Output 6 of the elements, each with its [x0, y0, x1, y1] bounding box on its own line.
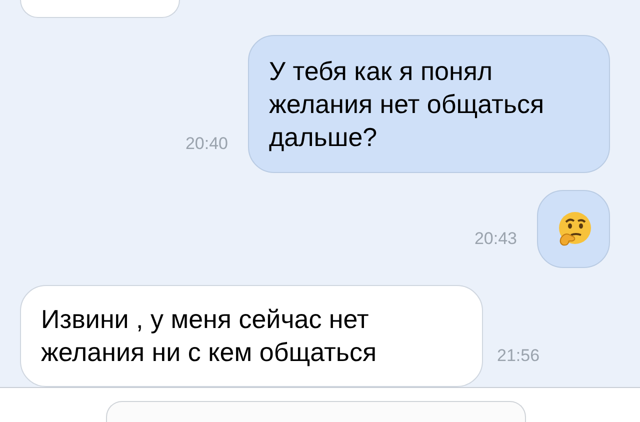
message-input-field[interactable] [106, 401, 526, 422]
message-bubble: Извини , у меня сейчас нет желания ни с кем общаться [20, 285, 483, 387]
message-time: 20:43 [474, 229, 517, 248]
message-time: 21:56 [497, 346, 540, 365]
message-time: 20:40 [185, 134, 228, 153]
message-bubble: У тебя как я понял желания нет общаться дальше? [248, 35, 610, 173]
